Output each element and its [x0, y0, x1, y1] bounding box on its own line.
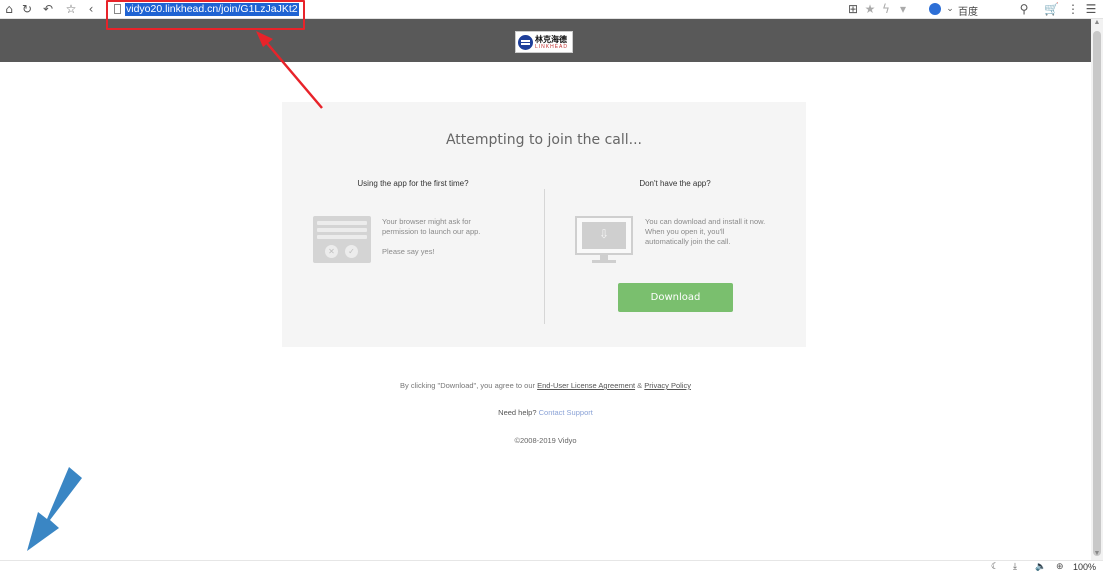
download-button[interactable]: Download [618, 283, 733, 312]
allow-icon: ✓ [345, 245, 358, 258]
zoom-icon[interactable]: ⊕ [1056, 562, 1064, 572]
permission-text-3: Please say yes! [382, 247, 435, 256]
search-icon[interactable]: ⚲ [1017, 2, 1031, 16]
agreement-prefix: By clicking "Download", you agree to our [400, 381, 536, 390]
undo-icon[interactable]: ↶ [41, 2, 55, 16]
dropdown-icon[interactable]: ▾ [896, 2, 910, 16]
back-icon[interactable]: ‹ [84, 2, 98, 16]
linkhead-logo: 林克海德 LINKHEAD [515, 31, 573, 53]
copyright: ©2008-2019 Vidyo [514, 436, 577, 445]
browser-status-bar: ☾ ⤓ 🔈 ⊕ 100% [0, 560, 1103, 574]
contact-support-link[interactable]: Contact Support [539, 408, 593, 417]
no-app-title: Don't have the app? [639, 179, 711, 188]
join-card: Attempting to join the call... Using the… [282, 102, 806, 347]
privacy-policy-link[interactable]: Privacy Policy [644, 381, 691, 390]
favorite-icon[interactable]: ★ [863, 2, 877, 16]
agreement-line: By clicking "Download", you agree to our… [0, 381, 1091, 390]
permission-text-2: permission to launch our app. [382, 227, 481, 236]
monitor-download-icon: ⇩ [575, 216, 635, 264]
scroll-down-icon[interactable]: ▼ [1091, 550, 1103, 560]
search-engine-icon[interactable] [929, 3, 941, 15]
blue-arrow-icon [27, 467, 82, 551]
url-highlight-box [106, 0, 305, 30]
chevron-down-icon[interactable]: ⌄ [943, 2, 957, 16]
night-mode-icon[interactable]: ☾ [991, 562, 999, 572]
sound-icon[interactable]: 🔈 [1035, 562, 1046, 572]
translate-icon[interactable]: ⊞ [846, 2, 860, 16]
permission-dialog-icon: ✕ ✓ [313, 216, 371, 263]
permission-text-1: Your browser might ask for [382, 217, 471, 226]
column-divider [544, 189, 545, 324]
download-text-3: automatically join the call. [645, 237, 731, 246]
refresh-icon[interactable]: ↻ [20, 2, 34, 16]
cart-icon[interactable]: 🛒 [1044, 2, 1059, 16]
help-line: Need help? Contact Support [0, 408, 1091, 417]
logo-mark-icon [518, 35, 533, 50]
star-icon[interactable]: ☆ [64, 2, 78, 16]
download-text-1: You can download and install it now. [645, 217, 766, 226]
logo-en-text: LINKHEAD [535, 44, 569, 50]
help-prefix: Need help? [498, 408, 537, 417]
first-time-title: Using the app for the first time? [357, 179, 469, 188]
page-title: Attempting to join the call... [445, 132, 643, 148]
scroll-up-icon[interactable]: ▲ [1091, 19, 1103, 29]
eula-link[interactable]: End-User License Agreement [537, 381, 635, 390]
zoom-level[interactable]: 100% [1073, 562, 1096, 572]
home-icon[interactable]: ⌂ [2, 2, 16, 16]
vertical-scrollbar[interactable]: ▲ ▼ [1091, 19, 1103, 560]
download-text-2: When you open it, you'll [645, 227, 725, 236]
more-icon[interactable]: ⋮ [1066, 2, 1080, 16]
deny-icon: ✕ [325, 245, 338, 258]
download-icon[interactable]: ⤓ [1013, 562, 1017, 572]
search-engine-label[interactable]: 百度 [958, 3, 978, 18]
scroll-thumb[interactable] [1093, 31, 1101, 556]
menu-icon[interactable]: ☰ [1084, 2, 1098, 16]
ampersand: & [637, 381, 643, 390]
lightning-icon[interactable]: ϟ [879, 2, 893, 16]
download-arrow-icon: ⇩ [598, 227, 610, 241]
